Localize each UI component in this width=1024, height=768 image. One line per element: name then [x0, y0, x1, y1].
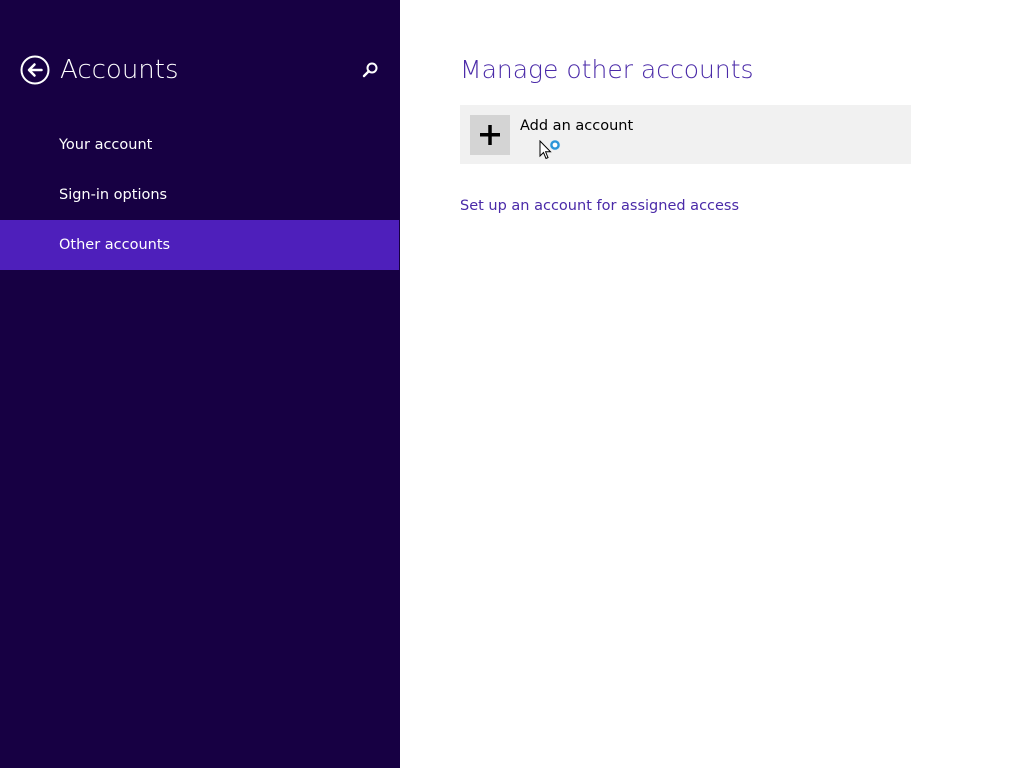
sidebar-item-label: Sign-in options: [59, 187, 168, 203]
back-button[interactable]: [20, 55, 50, 85]
add-account-tile: [470, 115, 510, 155]
back-arrow-icon: [20, 55, 50, 85]
plus-icon: [480, 125, 500, 145]
pc-settings-window: Accounts Your account Sign-in options Ot…: [0, 0, 1024, 768]
sidebar-title: Accounts: [60, 55, 179, 85]
main-content: Manage other accounts Add an account Set…: [400, 0, 1024, 768]
add-account-label: Add an account: [520, 118, 634, 134]
assigned-access-link[interactable]: Set up an account for assigned access: [460, 196, 739, 216]
sidebar-item-label: Your account: [59, 137, 153, 153]
page-title: Manage other accounts: [460, 55, 754, 84]
sidebar-item-label: Other accounts: [59, 237, 171, 253]
sidebar: Accounts Your account Sign-in options Ot…: [0, 0, 400, 768]
sidebar-item-your-account[interactable]: Your account: [0, 120, 399, 170]
search-button[interactable]: [360, 60, 380, 80]
search-icon: [362, 62, 378, 78]
sidebar-item-other-accounts[interactable]: Other accounts: [0, 220, 399, 270]
add-account-button[interactable]: Add an account: [460, 105, 911, 164]
sidebar-item-sign-in-options[interactable]: Sign-in options: [0, 170, 399, 220]
